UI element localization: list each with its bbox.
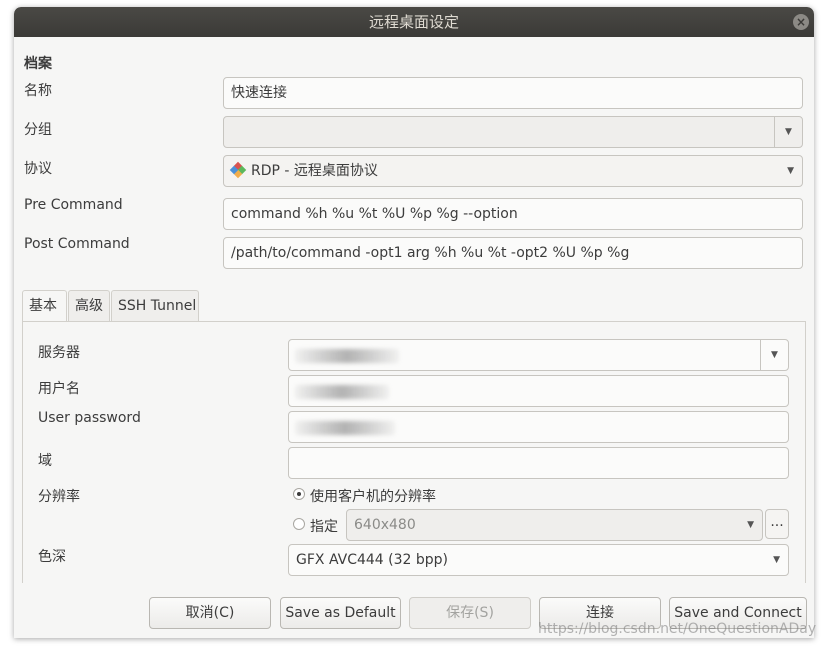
resolution-client-label[interactable]: 使用客户机的分辨率 bbox=[310, 486, 436, 506]
chevron-down-icon[interactable]: ▼ bbox=[760, 340, 788, 370]
name-value: 快速连接 bbox=[231, 85, 287, 101]
name-label: 名称 bbox=[24, 83, 52, 99]
resolution-custom-label[interactable]: 指定 bbox=[310, 516, 338, 536]
preferences-dialog: 远程桌面设定 × 档案 名称 快速连接 分组 ▼ 协议 RDP - 远程桌面协议… bbox=[14, 7, 814, 638]
username-value-redacted bbox=[295, 385, 389, 399]
color-depth-label: 色深 bbox=[38, 549, 66, 565]
resolution-label: 分辨率 bbox=[38, 489, 80, 505]
username-field[interactable] bbox=[288, 375, 789, 407]
name-field[interactable]: 快速连接 bbox=[223, 77, 803, 109]
password-field[interactable] bbox=[288, 411, 789, 443]
protocol-label: 协议 bbox=[24, 161, 52, 177]
pre-command-label: Pre Command bbox=[24, 197, 123, 213]
protocol-value: RDP - 远程桌面协议 bbox=[251, 163, 378, 179]
save-as-default-button[interactable]: Save as Default bbox=[280, 597, 401, 629]
protocol-dropdown[interactable]: RDP - 远程桌面协议 ▼ bbox=[223, 155, 803, 187]
domain-field[interactable] bbox=[288, 447, 789, 479]
cancel-button[interactable]: 取消(C) bbox=[149, 597, 271, 629]
server-value-redacted bbox=[295, 349, 399, 363]
post-command-field[interactable]: /path/to/command -opt1 arg %h %u %t -opt… bbox=[223, 237, 803, 269]
post-command-value: /path/to/command -opt1 arg %h %u %t -opt… bbox=[231, 245, 630, 261]
pre-command-value: command %h %u %t %U %p %g --option bbox=[231, 206, 518, 222]
profile-section-title: 档案 bbox=[24, 56, 52, 72]
pre-command-field[interactable]: command %h %u %t %U %p %g --option bbox=[223, 198, 803, 230]
password-label: User password bbox=[38, 410, 141, 426]
tab-basic[interactable]: 基本 bbox=[22, 290, 67, 322]
chevron-down-icon[interactable]: ▼ bbox=[774, 117, 802, 147]
watermark: https://blog.csdn.net/OneQuestionADay bbox=[538, 621, 817, 637]
resolution-custom-dropdown[interactable]: 640x480 ▼ bbox=[346, 509, 763, 541]
post-command-label: Post Command bbox=[24, 236, 130, 252]
group-label: 分组 bbox=[24, 122, 52, 138]
chevron-down-icon: ▼ bbox=[747, 520, 754, 530]
close-icon[interactable]: × bbox=[793, 14, 809, 30]
color-depth-dropdown[interactable]: GFX AVC444 (32 bpp) ▼ bbox=[288, 544, 789, 576]
window-title: 远程桌面设定 bbox=[368, 13, 459, 31]
tab-ssh-tunnel[interactable]: SSH Tunnel bbox=[111, 290, 199, 322]
title-bar: 远程桌面设定 × bbox=[14, 7, 814, 37]
resolution-client-radio[interactable] bbox=[293, 488, 305, 500]
rdp-protocol-icon bbox=[229, 161, 247, 179]
group-combobox[interactable]: ▼ bbox=[223, 116, 803, 148]
domain-label: 域 bbox=[38, 453, 52, 469]
resolution-custom-radio[interactable] bbox=[293, 518, 305, 530]
password-value-redacted bbox=[295, 421, 395, 435]
server-label: 服务器 bbox=[38, 345, 80, 361]
username-label: 用户名 bbox=[38, 381, 80, 397]
server-combobox[interactable]: ▼ bbox=[288, 339, 789, 371]
resolution-custom-value: 640x480 bbox=[354, 517, 416, 533]
color-depth-value: GFX AVC444 (32 bpp) bbox=[296, 552, 448, 568]
save-button[interactable]: 保存(S) bbox=[409, 597, 531, 629]
tab-advanced[interactable]: 高级 bbox=[68, 290, 110, 322]
resolution-more-button[interactable]: ... bbox=[765, 509, 789, 539]
chevron-down-icon: ▼ bbox=[773, 555, 780, 565]
chevron-down-icon: ▼ bbox=[787, 166, 794, 176]
